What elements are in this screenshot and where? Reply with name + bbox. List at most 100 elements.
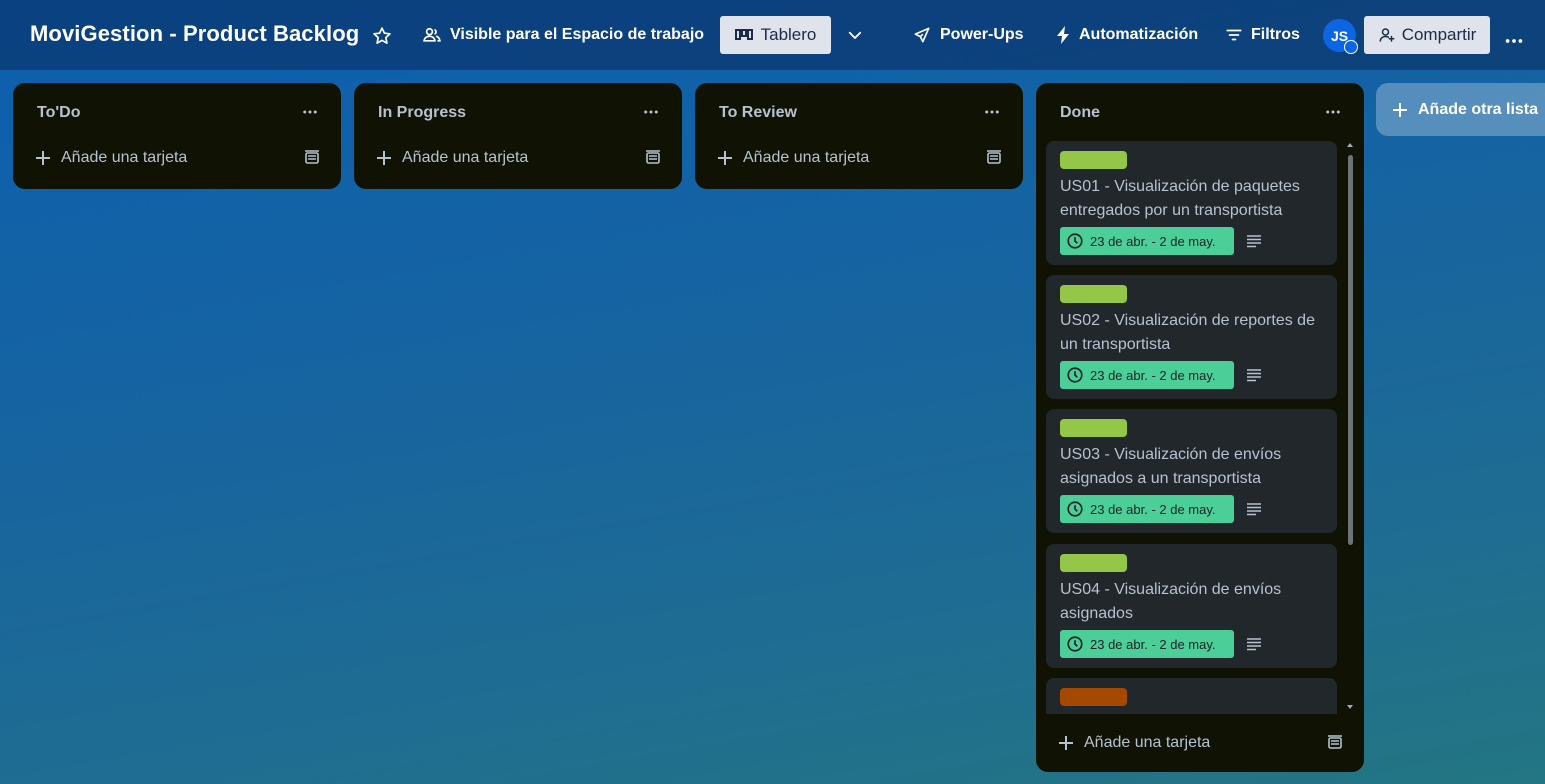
filter-icon [1226, 29, 1242, 41]
card-list-scrollbar[interactable] [1346, 141, 1354, 713]
list-title[interactable]: To'Do [37, 104, 81, 122]
admin-badge-icon [1344, 40, 1358, 54]
add-member-icon [1379, 28, 1395, 42]
clock-icon [1067, 636, 1083, 652]
share-label: Compartir [1401, 25, 1477, 44]
card-list: US01 - Visualización de paquetes entrega… [1036, 139, 1346, 714]
plus-icon [377, 151, 391, 165]
plus-icon [1393, 102, 1407, 117]
star-icon [373, 27, 391, 44]
more-icon [1505, 39, 1523, 43]
powerups-label: Power-Ups [940, 26, 1024, 43]
automation-label: Automatización [1079, 26, 1199, 43]
workspace-visibility-icon [423, 27, 441, 42]
card-partial[interactable] [1046, 678, 1337, 714]
lightning-icon [1057, 26, 1069, 44]
list-to-review: To Review Añade una tarjeta [695, 83, 1023, 189]
card-us02[interactable]: US02 - Visualización de reportes de un t… [1046, 275, 1337, 399]
filters-button[interactable]: Filtros [1225, 18, 1300, 52]
add-list-label: Añade otra lista [1418, 100, 1539, 118]
board-view-icon [734, 29, 753, 40]
card-title: US01 - Visualización de paquetes entrega… [1060, 178, 1300, 219]
add-card-button[interactable]: Añade una tarjeta [35, 149, 187, 167]
card-label[interactable] [1060, 688, 1127, 706]
due-date-badge[interactable]: 23 de abr. - 2 de may. [1060, 495, 1234, 523]
list-menu-button[interactable] [642, 103, 660, 126]
description-icon [1247, 503, 1261, 516]
due-date-text: 23 de abr. - 2 de may. [1090, 233, 1216, 249]
more-icon [985, 110, 999, 114]
card-label[interactable] [1060, 419, 1127, 437]
create-from-template-button[interactable] [1327, 735, 1343, 756]
automation-button[interactable]: Automatización [1055, 18, 1198, 52]
view-switcher-button[interactable] [846, 18, 864, 52]
visibility-label: Visible para el Espacio de trabajo [450, 26, 705, 43]
description-icon [1247, 235, 1261, 248]
avatar[interactable]: JS [1323, 19, 1358, 54]
add-card-button[interactable]: Añade una tarjeta [1058, 734, 1210, 752]
due-date-text: 23 de abr. - 2 de may. [1090, 501, 1216, 517]
list-menu-button[interactable] [1324, 103, 1342, 126]
list-todo: To'Do Añade una tarjeta [13, 83, 341, 189]
list-title[interactable]: To Review [719, 104, 797, 122]
scroll-up-icon[interactable] [1346, 141, 1354, 149]
list-menu-button[interactable] [301, 103, 319, 126]
board-header: MoviGestion - Product Backlog Visible pa… [0, 0, 1545, 70]
board-title[interactable]: MoviGestion - Product Backlog [30, 21, 359, 47]
add-card-label: Añade una tarjeta [402, 149, 529, 166]
clock-icon [1067, 501, 1083, 517]
add-card-button[interactable]: Añade una tarjeta [376, 149, 528, 167]
board-menu-button[interactable] [1503, 24, 1525, 58]
visibility-button[interactable]: Visible para el Espacio de trabajo [422, 18, 704, 52]
card-us01[interactable]: US01 - Visualización de paquetes entrega… [1046, 141, 1337, 265]
due-date-text: 23 de abr. - 2 de may. [1090, 636, 1216, 652]
list-title[interactable]: In Progress [378, 104, 466, 122]
add-card-label: Añade una tarjeta [1084, 734, 1211, 751]
card-label[interactable] [1060, 554, 1127, 572]
due-date-badge[interactable]: 23 de abr. - 2 de may. [1060, 227, 1234, 255]
create-from-template-button[interactable] [304, 150, 320, 171]
description-icon [1247, 638, 1261, 651]
more-icon [644, 110, 658, 114]
create-from-template-button[interactable] [986, 150, 1002, 171]
list-done: Done US01 - Visualización de paquetes en… [1036, 83, 1364, 772]
add-card-label: Añade una tarjeta [743, 149, 870, 166]
scroll-down-icon[interactable] [1346, 703, 1354, 711]
filters-label: Filtros [1251, 26, 1300, 43]
card-us03[interactable]: US03 - Visualización de envíos asignados… [1046, 409, 1337, 533]
card-title: US04 - Visualización de envíos asignados [1060, 581, 1282, 622]
rocket-icon [914, 27, 930, 43]
card-us04[interactable]: US04 - Visualización de envíos asignados… [1046, 544, 1337, 668]
board-view-label: Tablero [760, 25, 817, 44]
template-icon [1328, 735, 1342, 749]
create-from-template-button[interactable] [645, 150, 661, 171]
plus-icon [718, 151, 732, 165]
plus-icon [1059, 736, 1073, 750]
share-button[interactable]: Compartir [1364, 16, 1490, 54]
add-card-button[interactable]: Añade una tarjeta [717, 149, 869, 167]
card-title: US02 - Visualización de reportes de un t… [1060, 312, 1315, 353]
star-button[interactable] [372, 26, 392, 46]
due-date-badge[interactable]: 23 de abr. - 2 de may. [1060, 361, 1234, 389]
clock-icon [1067, 367, 1083, 383]
list-title[interactable]: Done [1060, 104, 1100, 122]
add-list-button[interactable]: Añade otra lista [1376, 83, 1545, 136]
due-date-badge[interactable]: 23 de abr. - 2 de may. [1060, 630, 1234, 658]
list-menu-button[interactable] [983, 103, 1001, 126]
card-label[interactable] [1060, 151, 1127, 169]
chevron-down-icon [848, 31, 862, 39]
scrollbar-thumb[interactable] [1348, 155, 1353, 545]
clock-icon [1067, 233, 1083, 249]
more-icon [303, 110, 317, 114]
plus-icon [36, 151, 50, 165]
template-icon [305, 150, 319, 164]
due-date-text: 23 de abr. - 2 de may. [1090, 367, 1216, 383]
template-icon [987, 150, 1001, 164]
more-icon [1326, 110, 1340, 114]
description-icon [1247, 369, 1261, 382]
board-view-button[interactable]: Tablero [720, 16, 831, 54]
powerups-button[interactable]: Power-Ups [912, 18, 1024, 52]
add-card-label: Añade una tarjeta [61, 149, 188, 166]
card-label[interactable] [1060, 285, 1127, 303]
list-in-progress: In Progress Añade una tarjeta [354, 83, 682, 189]
